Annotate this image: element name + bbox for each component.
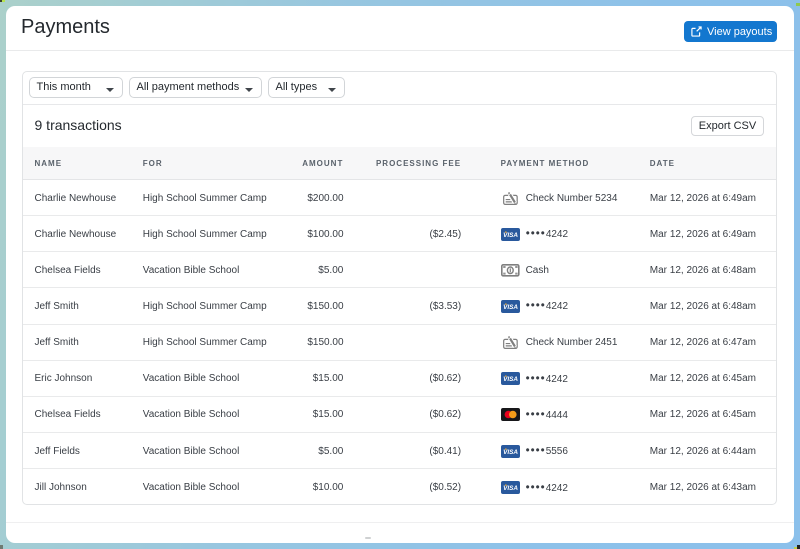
svg-text:VISA: VISA <box>503 485 518 492</box>
svg-text:VISA: VISA <box>503 304 518 311</box>
svg-text:VISA: VISA <box>503 232 518 239</box>
svg-text:VISA: VISA <box>503 376 518 383</box>
svg-text:VISA: VISA <box>503 449 518 456</box>
